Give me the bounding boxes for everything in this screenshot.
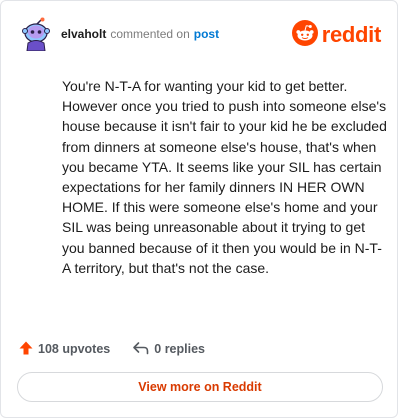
view-more-on-reddit-button[interactable]: View more on Reddit bbox=[17, 372, 383, 402]
reply-arrow-icon bbox=[132, 340, 154, 359]
upvote-label: 108 upvotes bbox=[38, 342, 111, 356]
action-text: commented on bbox=[110, 27, 190, 41]
reddit-brand[interactable]: reddit bbox=[291, 19, 382, 51]
reply-count[interactable]: 0 replies bbox=[132, 340, 205, 359]
comment-footer: 108 upvotes 0 replies bbox=[18, 339, 205, 359]
avatar-icon[interactable] bbox=[21, 17, 51, 52]
comment-header: elvaholt commented on post reddit bbox=[17, 17, 382, 52]
upvote-count[interactable]: 108 upvotes bbox=[18, 340, 110, 359]
comment-byline: elvaholt commented on post bbox=[61, 27, 219, 41]
embedded-comment-card: elvaholt commented on post reddit You're… bbox=[0, 0, 398, 418]
post-link[interactable]: post bbox=[194, 27, 219, 41]
username-link[interactable]: elvaholt bbox=[61, 27, 106, 41]
reddit-logo-icon bbox=[291, 19, 318, 51]
upvote-arrow-icon bbox=[18, 340, 38, 359]
reddit-wordmark: reddit bbox=[321, 22, 382, 47]
reply-label: 0 replies bbox=[154, 342, 205, 356]
comment-body: You're N-T-A for wanting your kid to get… bbox=[62, 78, 387, 276]
